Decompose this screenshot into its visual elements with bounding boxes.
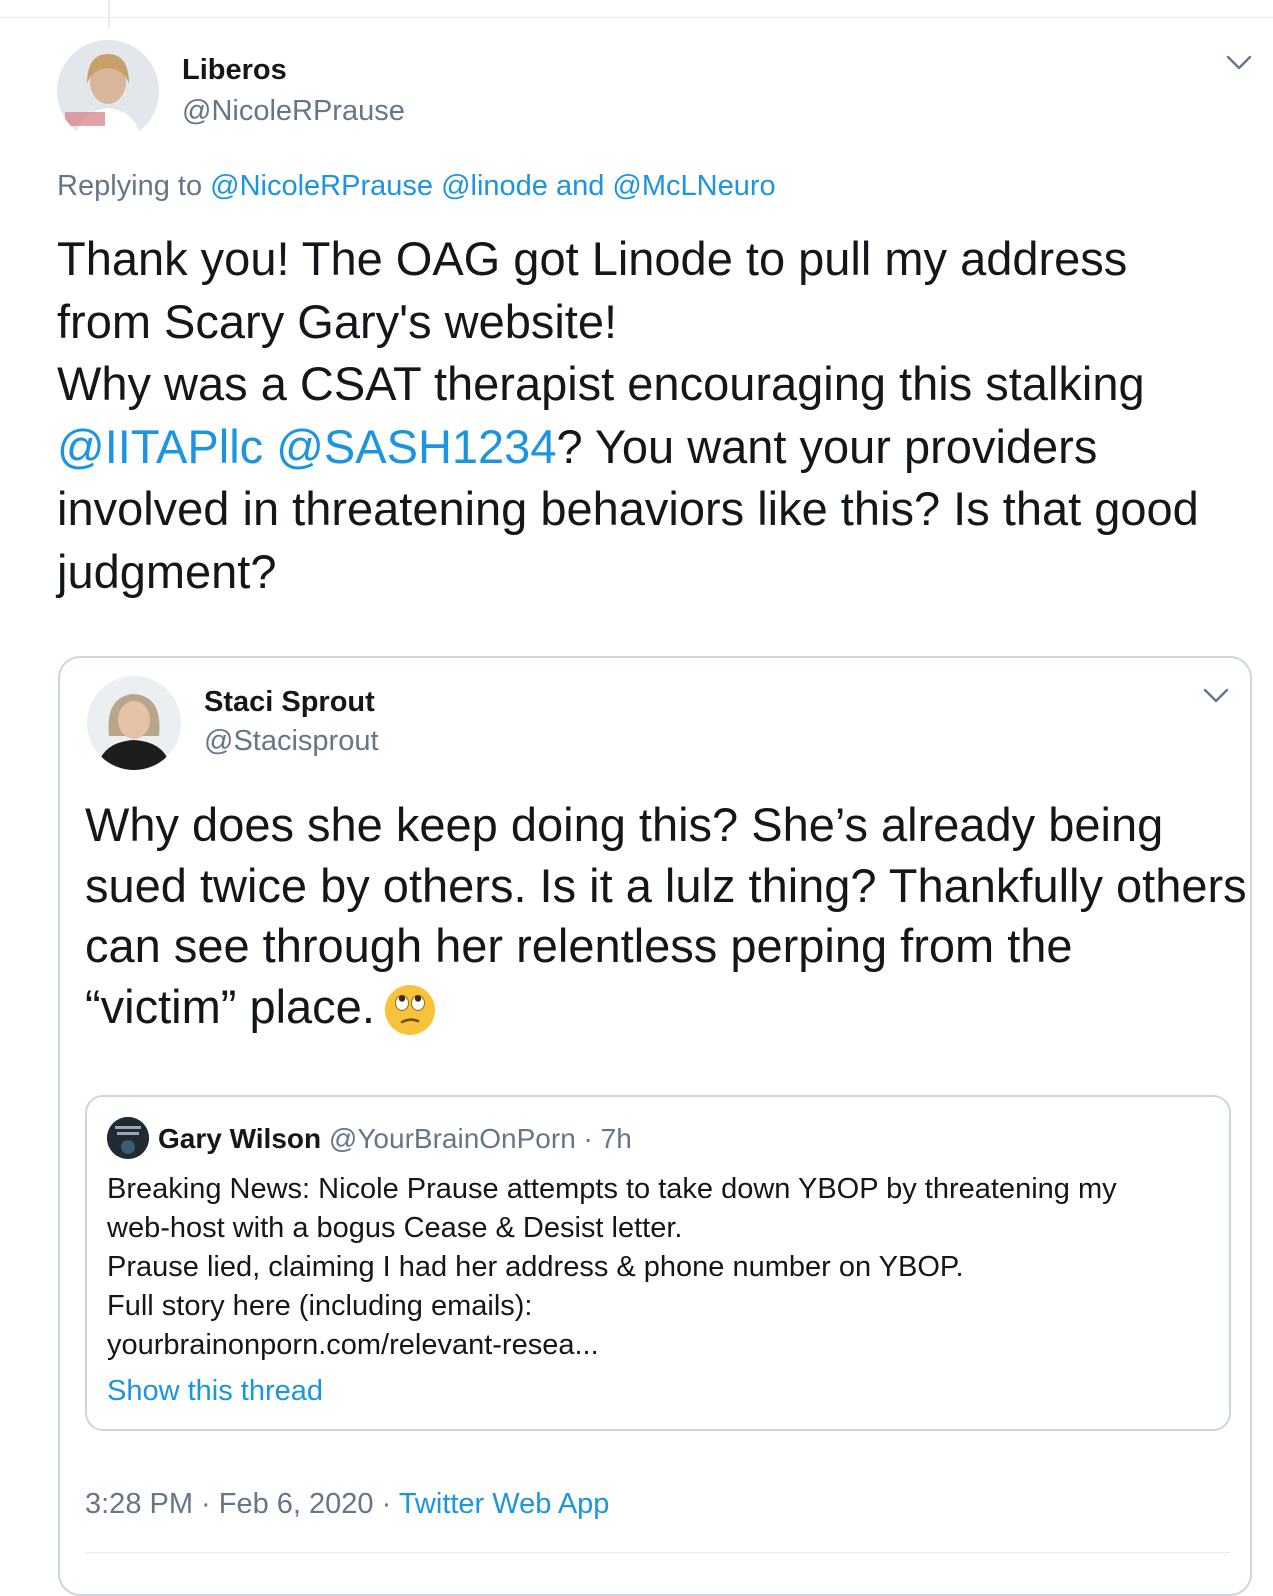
tweet-metadata: 3:28 PM · Feb 6, 2020 · Twitter Web App [85,1485,609,1523]
tweet-text-line: sued twice by others. Is it a lulz thing… [85,858,1247,912]
show-thread-link[interactable]: Show this thread [107,1372,323,1410]
tweet-text-line: can see through her relentless perping f… [85,919,1073,972]
avatar[interactable] [87,676,181,770]
tweet-text-line: Full story here (including emails): [107,1290,533,1322]
author-handle[interactable]: @YourBrainOnPorn [329,1123,576,1154]
mention-link[interactable]: @SASH1234 [276,420,556,473]
tweet-text-line: “victim” place. [85,977,1235,1038]
tweet-text-line: @IITAPllc @SASH1234? You want your provi… [57,416,1257,479]
author-name[interactable]: Gary Wilson [158,1123,321,1154]
tweet-text-line: Breaking News: Nicole Prause attempts to… [107,1173,1117,1205]
face-with-rolling-eyes-icon [384,985,435,1036]
tweet-text-line: from Scary Gary's website! [57,294,618,348]
author-name[interactable]: Liberos [182,51,287,89]
chevron-down-icon[interactable] [1203,688,1229,704]
tweet-text-line: judgment? [57,544,277,598]
tweet-text-line: Why does she keep doing this? She’s alre… [85,798,1164,851]
author-name[interactable]: Staci Sprout [204,683,375,721]
reply-mention-link[interactable]: @NicoleRPrause [210,170,433,202]
tweet-text-line: Why was a CSAT therapist encouraging thi… [57,357,1145,410]
author-handle[interactable]: @Stacisprout [204,722,379,760]
tweet-text-line: yourbrainonporn.com/relevant-resea... [107,1329,599,1361]
reply-mention-link[interactable]: @McLNeuro [612,170,775,202]
tweet-text: Why does she keep doing this? She’s alre… [85,795,1247,1038]
tweet-text-line: web-host with a bogus Cease & Desist let… [107,1212,683,1244]
replying-to-label: Replying to [57,170,211,202]
profile-photo-icon [57,40,159,142]
separator: · [575,1123,601,1154]
tweet-text-fragment: ? You want your providers [556,419,1098,473]
chevron-down-icon[interactable] [1226,55,1252,71]
replying-to: Replying to @NicoleRPrause @linode and @… [57,167,776,205]
tweet-timestamp[interactable]: 3:28 PM · Feb 6, 2020 · [85,1488,399,1520]
tweet-time[interactable]: 7h [601,1123,632,1154]
bottom-divider [85,1552,1230,1553]
thread-connector-line [108,0,110,28]
tweet-text: Thank you! The OAG got Linode to pull my… [57,228,1257,603]
tweet-text-line: Prause lied, claiming I had her address … [107,1251,964,1283]
profile-logo-icon [107,1117,149,1159]
tweet-text-fragment: “victim” place. [85,979,375,1033]
avatar[interactable] [57,40,159,142]
source-app-link[interactable]: Twitter Web App [399,1488,610,1520]
tweet-text-line: Thank you! The OAG got Linode to pull my… [57,232,1128,285]
mention-link[interactable]: @IITAPllc [57,420,263,473]
nested-tweet-header: Gary Wilson @YourBrainOnPorn · 7h [158,1120,632,1158]
tweet-text: Breaking News: Nicole Prause attempts to… [107,1170,1217,1365]
author-handle[interactable]: @NicoleRPrause [182,92,405,130]
profile-photo-icon [87,676,181,770]
avatar[interactable] [107,1117,149,1159]
reply-and-label: and [547,170,613,202]
top-divider [0,17,1273,18]
reply-mention-link[interactable]: @linode [441,170,548,202]
tweet-text-line: involved in threatening behaviors like t… [57,482,1199,535]
